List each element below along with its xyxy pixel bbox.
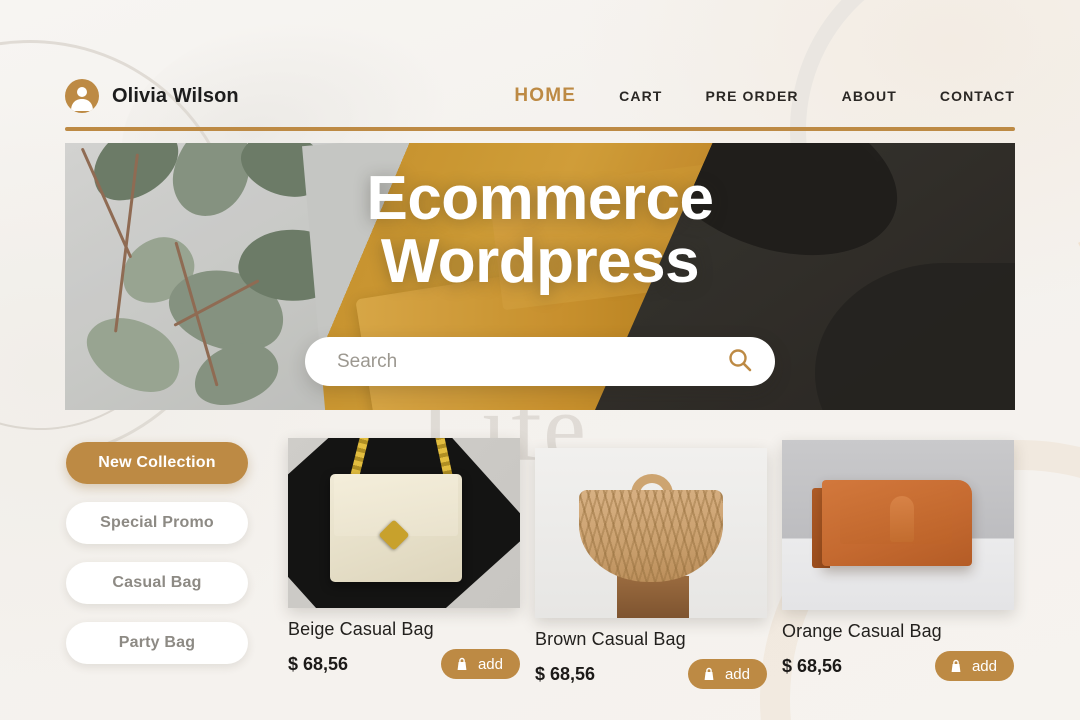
product-name: Brown Casual Bag <box>535 629 686 649</box>
category-filter-list: New Collection Special Promo Casual Bag … <box>66 442 248 664</box>
brand[interactable]: Olivia Wilson <box>65 79 239 113</box>
product-price: $ 68,56 <box>535 663 596 684</box>
header-divider <box>65 127 1015 131</box>
site-header: Olivia Wilson HOME CART PRE ORDER ABOUT … <box>65 70 1015 122</box>
nav-item-pre-order[interactable]: PRE ORDER <box>705 82 798 110</box>
product-card[interactable]: Orange Casual Bag $ 68,56 add <box>782 440 1014 681</box>
category-casual-bag[interactable]: Casual Bag <box>66 562 248 604</box>
product-name: Beige Casual Bag <box>288 619 434 639</box>
add-to-cart-label: add <box>724 665 750 683</box>
user-avatar-icon <box>65 79 99 113</box>
product-image-orange-bag[interactable] <box>782 440 1014 610</box>
add-to-cart-button[interactable]: add <box>934 651 1014 681</box>
hero-title: Ecommerce Wordpress <box>65 164 1015 297</box>
product-card[interactable]: Beige Casual Bag $ 68,56 add <box>288 438 520 679</box>
product-name: Orange Casual Bag <box>782 621 942 641</box>
search-input[interactable] <box>337 350 723 373</box>
product-image-beige-bag[interactable] <box>288 438 520 608</box>
category-new-collection[interactable]: New Collection <box>66 442 248 484</box>
handbag-icon <box>948 658 964 674</box>
category-special-promo[interactable]: Special Promo <box>66 502 248 544</box>
handbag-icon <box>454 656 470 672</box>
add-to-cart-button[interactable]: add <box>440 649 520 679</box>
add-to-cart-label: add <box>971 657 997 675</box>
search-bar[interactable] <box>305 337 775 386</box>
nav-item-contact[interactable]: CONTACT <box>940 82 1015 110</box>
nav-item-cart[interactable]: CART <box>619 82 662 110</box>
main-navigation: HOME CART PRE ORDER ABOUT CONTACT <box>514 79 1015 113</box>
product-price: $ 68,56 <box>782 655 843 676</box>
product-price: $ 68,56 <box>288 653 349 674</box>
product-meta: $ 68,56 add <box>535 659 767 689</box>
product-card[interactable]: Brown Casual Bag $ 68,56 add <box>535 448 767 689</box>
add-to-cart-label: add <box>477 655 503 673</box>
nav-item-home[interactable]: HOME <box>514 79 576 113</box>
handbag-icon <box>701 666 717 682</box>
product-meta: $ 68,56 add <box>782 651 1014 681</box>
brand-name: Olivia Wilson <box>112 84 239 107</box>
add-to-cart-button[interactable]: add <box>687 659 767 689</box>
search-button[interactable] <box>723 343 757 380</box>
hero-title-line-1: Ecommerce <box>366 164 714 233</box>
product-image-brown-bag[interactable] <box>535 448 767 618</box>
product-meta: $ 68,56 add <box>288 649 520 679</box>
category-party-bag[interactable]: Party Bag <box>66 622 248 664</box>
search-icon <box>727 347 753 376</box>
nav-item-about[interactable]: ABOUT <box>842 82 897 110</box>
hero-banner: Ecommerce Wordpress <box>65 143 1015 410</box>
product-grid: Beige Casual Bag $ 68,56 add Brown Casua… <box>288 430 1028 690</box>
hero-title-line-2: Wordpress <box>380 227 700 297</box>
